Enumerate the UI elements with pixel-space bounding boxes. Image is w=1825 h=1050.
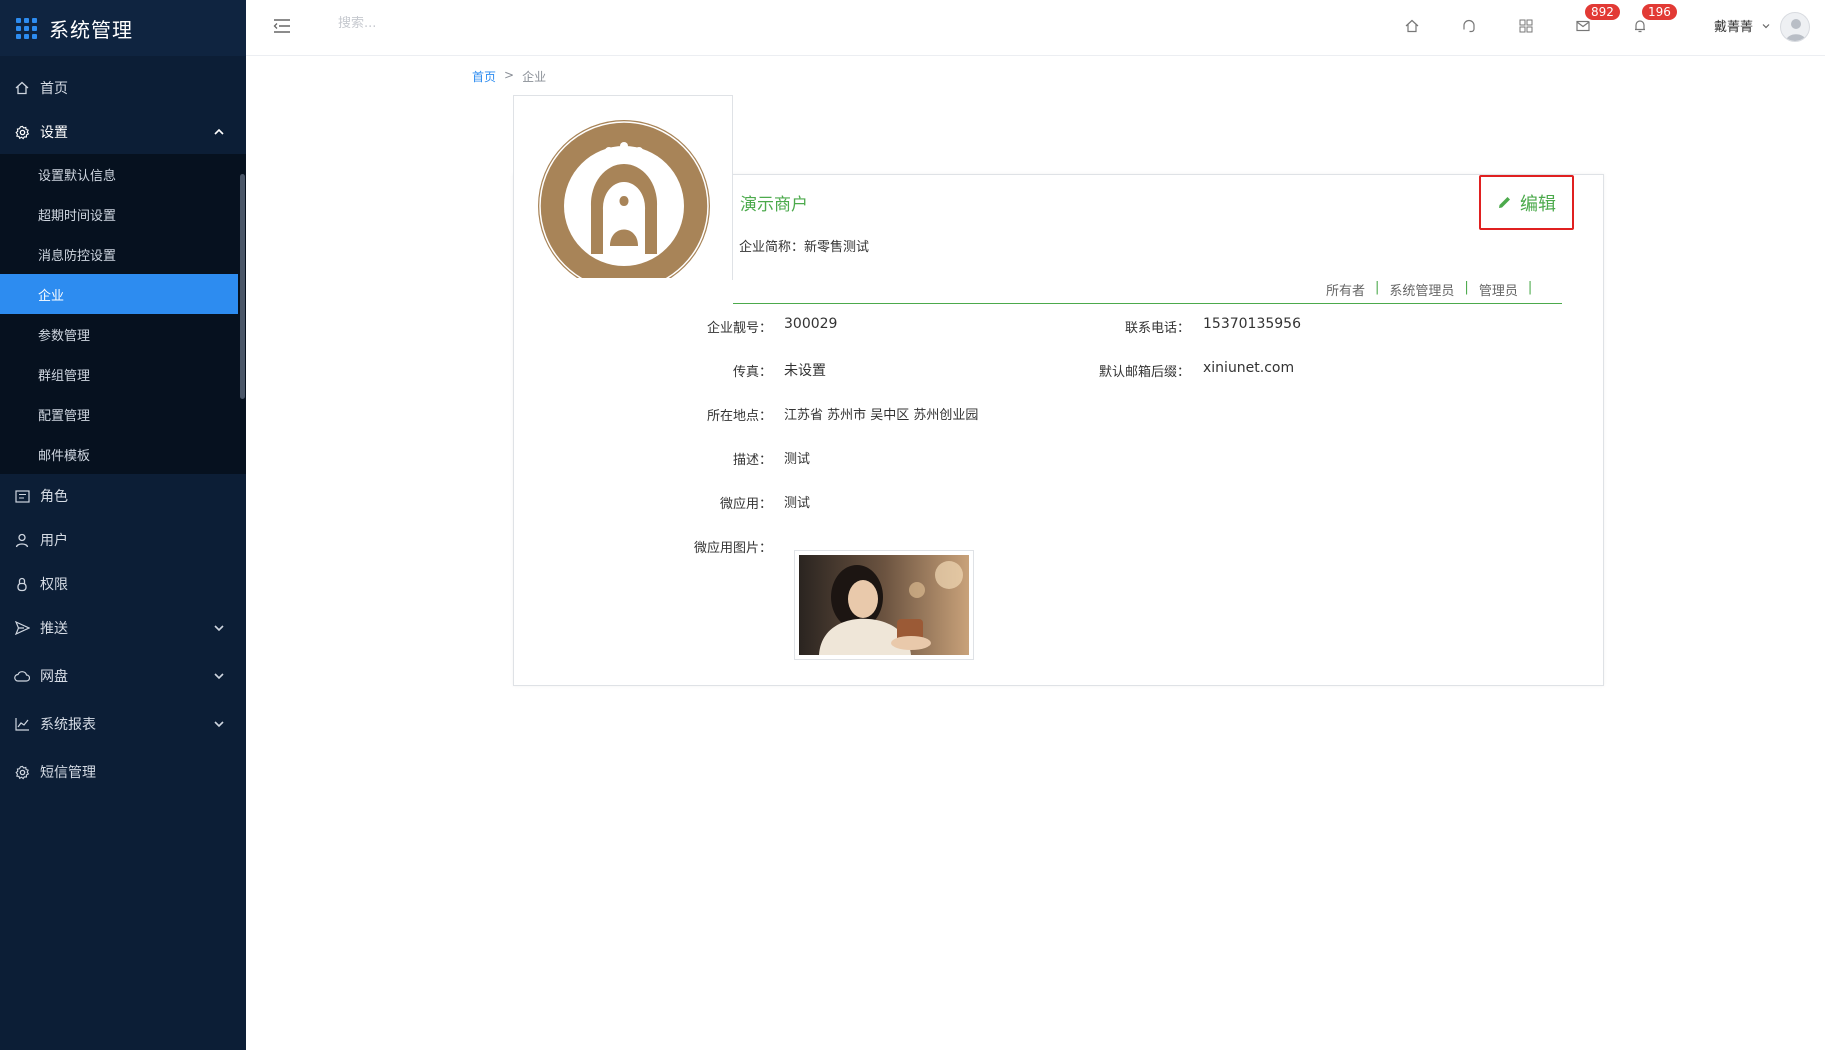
menu-collapse-icon[interactable] [270, 14, 294, 38]
grid-icon[interactable] [1516, 16, 1536, 36]
gear-icon [14, 124, 30, 140]
sidebar-item-home[interactable]: 首页 [0, 66, 246, 110]
field-value-phone: 15370135956 [1203, 316, 1301, 332]
submenu-item-default-info[interactable]: 设置默认信息 [0, 154, 246, 194]
pencil-icon [1499, 197, 1510, 208]
sidebar-item-label: 网盘 [40, 669, 68, 685]
mail-icon[interactable]: 892 [1573, 2, 1622, 36]
field-label-microapp: 微应用： [719, 497, 772, 512]
sidebar-item-label: 首页 [40, 81, 68, 97]
field-label-description: 描述： [732, 453, 772, 468]
sidebar-item-settings[interactable]: 设置 [0, 110, 246, 154]
chevron-down-icon [1762, 23, 1770, 28]
company-short-name: 企业简称：新零售测试 [739, 236, 869, 255]
chart-icon [14, 716, 30, 732]
short-name-value: 新零售测试 [804, 240, 870, 255]
field-value-description: 测试 [784, 452, 811, 467]
submenu-item-params[interactable]: 参数管理 [0, 314, 246, 354]
gear-icon [14, 764, 30, 780]
field-value-email: xiniunet.com [1203, 360, 1295, 376]
role-divider: | [1527, 280, 1533, 295]
short-name-label: 企业简称： [739, 240, 805, 255]
lock-icon [14, 576, 30, 592]
field-label-location: 所在地点： [706, 409, 772, 424]
submenu-item-groups[interactable]: 群组管理 [0, 354, 246, 394]
sidebar-item-label: 用户 [40, 533, 68, 549]
mail-count-badge: 892 [1583, 2, 1622, 22]
sidebar-item-users[interactable]: 用户 [0, 518, 246, 562]
brand: 系统管理 [0, 0, 246, 56]
sidebar-item-label: 短信管理 [40, 765, 96, 781]
topbar: 892 196 戴菁菁 [246, 0, 1825, 56]
chevron-down-icon [214, 625, 224, 632]
sidebar-item-push[interactable]: 推送 [0, 606, 246, 650]
sidebar-scrollbar[interactable] [240, 174, 245, 399]
edit-button[interactable]: 编辑 [1479, 175, 1574, 230]
apps-grid-icon[interactable] [16, 17, 37, 39]
field-label-microapp-image: 微应用图片： [693, 541, 772, 556]
user-name: 戴菁菁 [1714, 20, 1754, 35]
field-label-phone: 联系电话： [1124, 321, 1190, 336]
sidebar-item-label: 系统报表 [40, 717, 96, 733]
breadcrumb-current: 企业 [522, 70, 547, 84]
microapp-image[interactable] [794, 550, 974, 660]
submenu-item-mail-template[interactable]: 邮件模板 [0, 434, 246, 474]
microapp-photo [799, 555, 969, 655]
submenu-item-message-control[interactable]: 消息防控设置 [0, 234, 246, 274]
send-icon [14, 620, 30, 636]
sidebar-item-label: 权限 [40, 577, 68, 593]
avatar[interactable] [1780, 12, 1810, 42]
role-tags: 所有者 | 系统管理员 | 管理员 | [1320, 280, 1536, 299]
field-value-id: 300029 [784, 316, 838, 332]
chevron-down-icon [214, 721, 224, 728]
field-value-location: 江苏省 苏州市 吴中区 苏州创业园 [784, 408, 979, 423]
field-value-fax: 未设置 [784, 363, 826, 379]
chevron-down-icon [214, 673, 224, 680]
role-tag: 管理员 [1478, 284, 1518, 299]
headset-icon[interactable] [1459, 16, 1479, 36]
company-logo-box [513, 95, 733, 292]
submenu-item-timeout[interactable]: 超期时间设置 [0, 194, 246, 234]
field-label-id: 企业靓号： [706, 321, 772, 336]
divider-line [733, 303, 1562, 304]
home-icon[interactable] [1402, 16, 1422, 36]
sidebar-item-roles[interactable]: 角色 [0, 474, 246, 518]
user-icon [14, 532, 30, 548]
sidebar-item-permissions[interactable]: 权限 [0, 562, 246, 606]
field-value-microapp: 测试 [784, 496, 811, 511]
role-divider: | [1464, 280, 1469, 295]
bell-icon[interactable]: 196 [1630, 2, 1679, 36]
chevron-up-icon [214, 128, 224, 135]
submenu-item-config[interactable]: 配置管理 [0, 394, 246, 434]
sidebar-item-sms[interactable]: 短信管理 [0, 750, 246, 794]
role-divider: | [1375, 280, 1380, 295]
sidebar-item-netdisk[interactable]: 网盘 [0, 654, 246, 698]
breadcrumb-separator: > [504, 68, 515, 82]
breadcrumb-home-link[interactable]: 首页 [472, 68, 496, 85]
sidebar: 系统管理 首页 设置 设置默认信息 超期时间设置 消息防控设置 企业 参数管理 … [0, 0, 246, 1050]
search-input[interactable] [338, 16, 538, 31]
company-name: 演示商户 [740, 195, 808, 215]
user-menu[interactable]: 戴菁菁 [1714, 16, 1771, 35]
sidebar-item-reports[interactable]: 系统报表 [0, 702, 246, 746]
role-tag: 系统管理员 [1389, 284, 1455, 299]
edit-button-label: 编辑 [1520, 193, 1556, 214]
app-title: 系统管理 [49, 17, 133, 42]
sidebar-menu: 首页 设置 设置默认信息 超期时间设置 消息防控设置 企业 参数管理 群组管理 … [0, 66, 246, 794]
notification-count-badge: 196 [1640, 2, 1679, 22]
field-label-email: 默认邮箱后缀： [1098, 365, 1190, 380]
id-card-icon [14, 488, 30, 504]
sidebar-item-label: 设置 [40, 125, 68, 141]
sidebar-item-label: 角色 [40, 489, 68, 505]
breadcrumb: 首页 > 企业 [472, 68, 546, 85]
company-logo [538, 120, 710, 292]
sidebar-item-label: 推送 [40, 621, 68, 637]
field-label-fax: 传真： [732, 365, 772, 380]
home-icon [14, 80, 30, 96]
cloud-icon [14, 668, 30, 684]
role-tag: 所有者 [1326, 284, 1366, 299]
submenu-item-enterprise[interactable]: 企业 [0, 274, 238, 314]
settings-submenu: 设置默认信息 超期时间设置 消息防控设置 企业 参数管理 群组管理 配置管理 邮… [0, 154, 246, 474]
